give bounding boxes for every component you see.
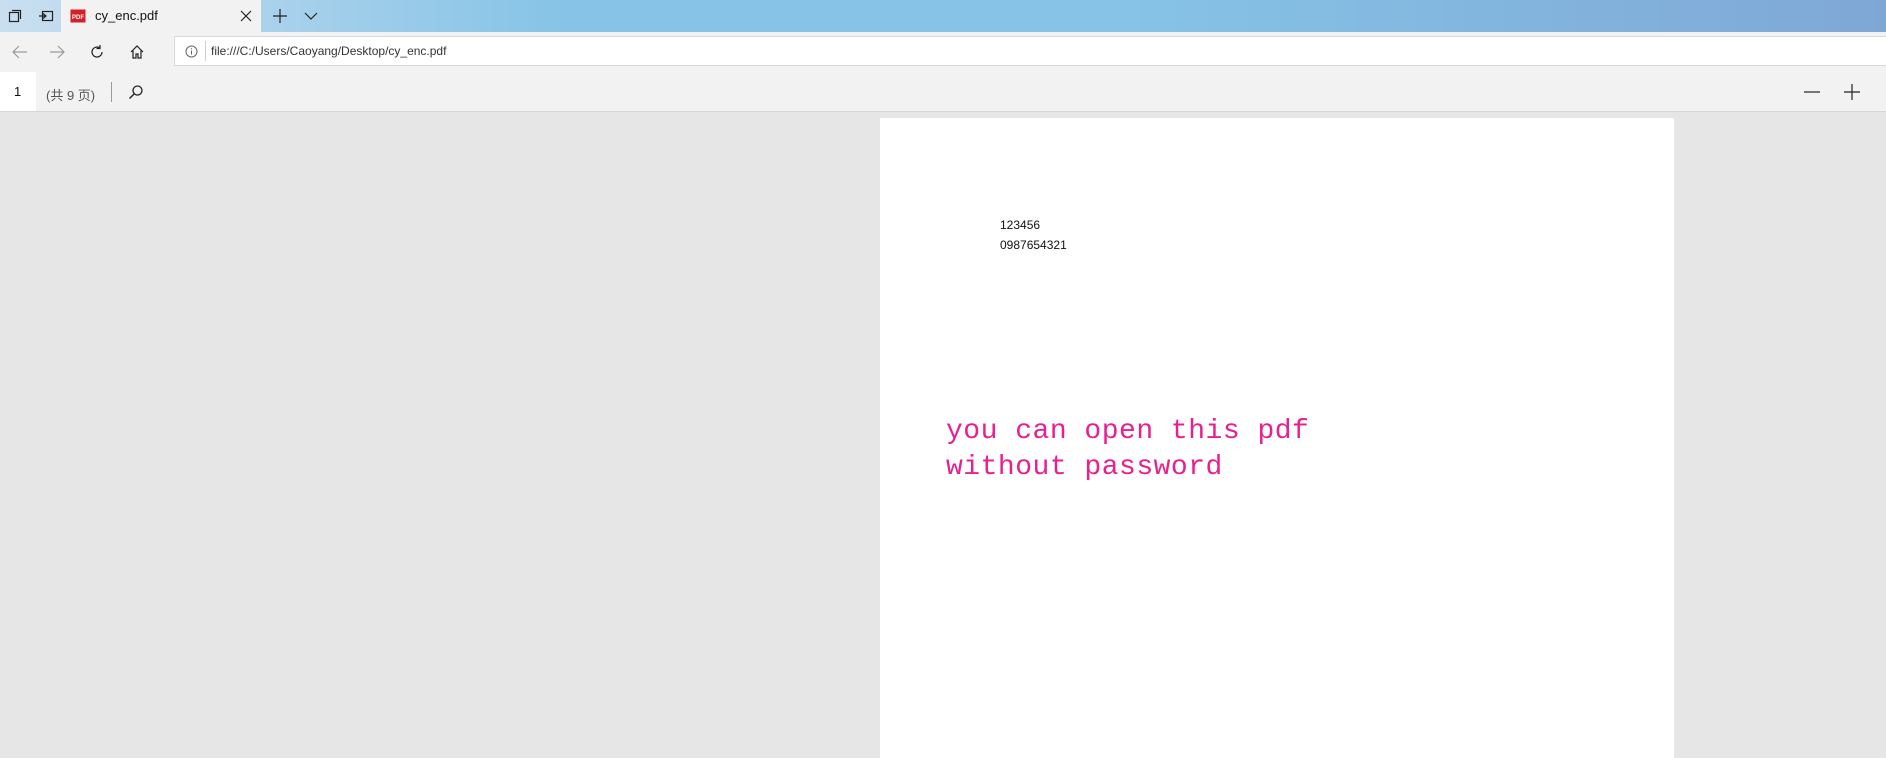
close-icon[interactable] xyxy=(235,5,257,27)
page-total-label: (共 9 页) xyxy=(46,88,96,103)
address-bar[interactable]: file:///C:/Users/Caoyang/Desktop/cy_enc.… xyxy=(174,36,1886,66)
forward-arrow-icon[interactable] xyxy=(37,32,77,72)
home-icon[interactable] xyxy=(117,32,157,72)
page-number-input[interactable] xyxy=(0,72,36,111)
pdf-text-line-2: 0987654321 xyxy=(1000,238,1067,252)
tab-title: cy_enc.pdf xyxy=(95,8,158,23)
svg-text:PDF: PDF xyxy=(72,15,84,21)
title-bar: PDF cy_enc.pdf xyxy=(0,0,1886,32)
plus-icon[interactable] xyxy=(264,0,296,32)
tabs-aside-icon[interactable] xyxy=(0,0,29,32)
back-arrow-icon[interactable] xyxy=(0,32,40,72)
zoom-out-icon[interactable] xyxy=(1796,76,1828,108)
navigation-bar: file:///C:/Users/Caoyang/Desktop/cy_enc.… xyxy=(0,32,1886,73)
pdf-viewer[interactable]: 123456 0987654321 you can open this pdf … xyxy=(0,112,1886,758)
pdf-toolbar: (共 9 页) xyxy=(0,72,1886,112)
toolbar-divider xyxy=(111,82,112,102)
pdf-page: 123456 0987654321 you can open this pdf … xyxy=(880,118,1674,758)
address-divider xyxy=(205,41,206,61)
chevron-down-icon[interactable] xyxy=(295,0,327,32)
address-url[interactable]: file:///C:/Users/Caoyang/Desktop/cy_enc.… xyxy=(211,44,446,58)
pdf-file-icon: PDF xyxy=(70,9,86,23)
pdf-pink-text-line-1: you can open this pdf xyxy=(946,416,1310,447)
search-icon[interactable] xyxy=(120,76,152,108)
refresh-icon[interactable] xyxy=(77,32,117,72)
info-icon[interactable] xyxy=(183,43,199,59)
set-tabs-aside-icon[interactable] xyxy=(31,0,60,32)
tab-cy-enc-pdf[interactable]: PDF cy_enc.pdf xyxy=(61,0,261,32)
zoom-in-icon[interactable] xyxy=(1836,76,1868,108)
pdf-text-line-1: 123456 xyxy=(1000,218,1041,232)
pdf-pink-text-line-2: without password xyxy=(946,452,1223,483)
